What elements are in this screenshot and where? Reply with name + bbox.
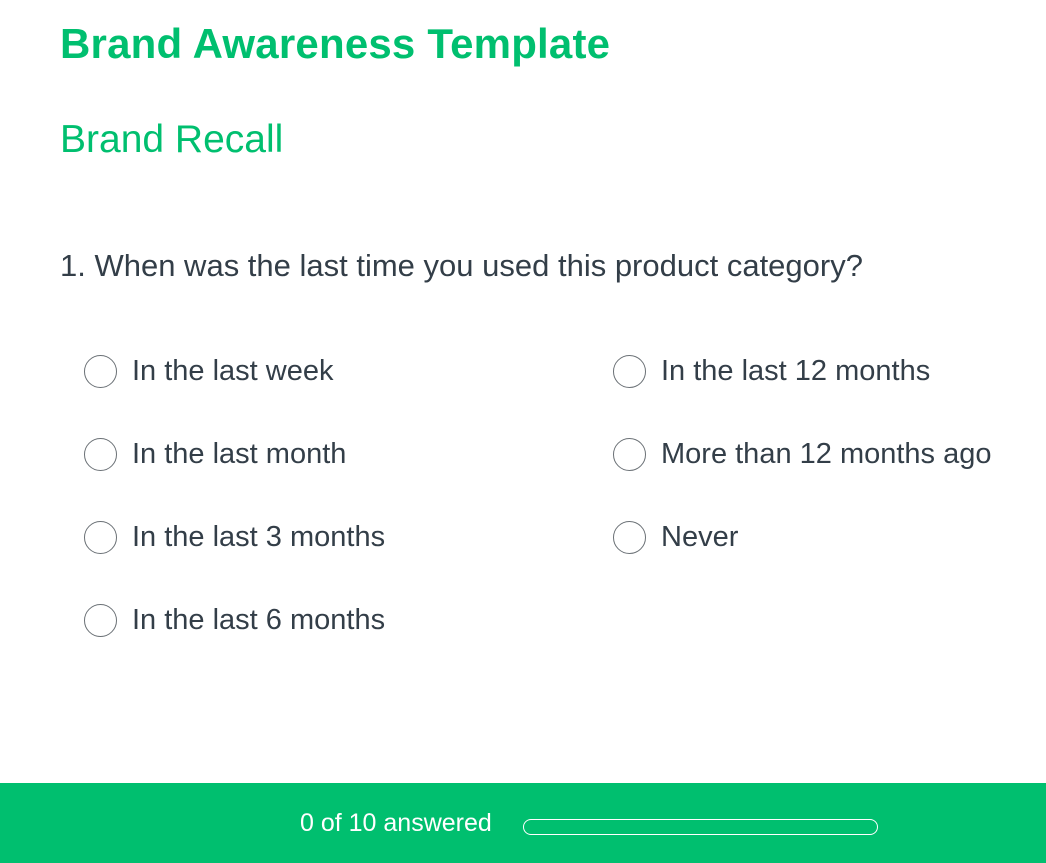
option-last-week[interactable]: In the last week bbox=[84, 352, 385, 390]
option-label: Never bbox=[661, 520, 739, 553]
option-last-12-months[interactable]: In the last 12 months bbox=[613, 352, 991, 390]
survey-title: Brand Awareness Template bbox=[60, 20, 611, 67]
radio-button[interactable] bbox=[613, 437, 646, 471]
radio-button[interactable] bbox=[84, 603, 117, 637]
option-last-3-months[interactable]: In the last 3 months bbox=[84, 518, 385, 556]
radio-button[interactable] bbox=[84, 520, 117, 554]
option-label: More than 12 months ago bbox=[661, 437, 992, 470]
radio-button[interactable] bbox=[613, 520, 646, 554]
progress-bar bbox=[523, 819, 878, 835]
option-label: In the last 3 months bbox=[132, 520, 386, 553]
progress-text: 0 of 10 answered bbox=[300, 809, 492, 837]
radio-button[interactable] bbox=[613, 354, 646, 388]
option-last-6-months[interactable]: In the last 6 months bbox=[84, 601, 385, 639]
option-never[interactable]: Never bbox=[613, 518, 991, 556]
option-label: In the last month bbox=[132, 437, 347, 470]
option-last-month[interactable]: In the last month bbox=[84, 435, 385, 473]
option-more-than-12-months[interactable]: More than 12 months ago bbox=[613, 435, 991, 473]
radio-button[interactable] bbox=[84, 437, 117, 471]
option-label: In the last week bbox=[132, 354, 334, 387]
radio-button[interactable] bbox=[84, 354, 117, 388]
option-label: In the last 12 months bbox=[661, 354, 931, 387]
options-column-right: In the last 12 months More than 12 month… bbox=[613, 352, 991, 601]
option-label: In the last 6 months bbox=[132, 603, 386, 636]
question-text: 1. When was the last time you used this … bbox=[60, 248, 863, 283]
options-column-left: In the last week In the last month In th… bbox=[84, 352, 385, 684]
progress-footer: 0 of 10 answered bbox=[0, 783, 1046, 863]
page-title: Brand Recall bbox=[60, 118, 284, 161]
